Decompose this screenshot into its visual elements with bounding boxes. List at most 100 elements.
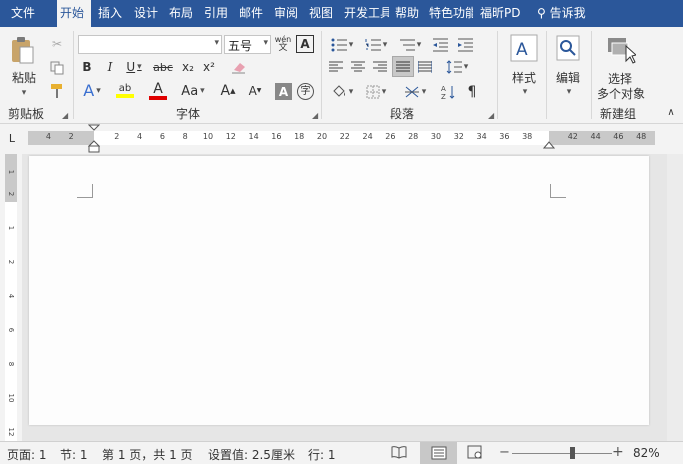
zoom-in-button[interactable]: + [612, 444, 624, 460]
char-shading-button[interactable]: A [275, 83, 292, 100]
collapse-ribbon-icon[interactable]: ∧ [665, 107, 677, 119]
enclose-char-button[interactable]: 字 [297, 83, 314, 100]
phonetic-guide-button[interactable]: wén 文 [274, 35, 292, 54]
sort-icon[interactable]: AZ [438, 82, 458, 102]
horizontal-ruler[interactable]: L 4 2 2 4 6 8 10 12 14 16 18 20 22 24 26 28 30 32 34 36 38 42… [0, 124, 683, 154]
bold-button[interactable]: B [78, 58, 96, 76]
char-shading-glyph: A [278, 84, 289, 99]
status-position[interactable]: 设置值: 2.5厘米 [208, 446, 295, 463]
distributed-icon[interactable] [416, 58, 434, 76]
tab-foxit-pdf[interactable]: 福昕PD [477, 0, 526, 27]
separator [497, 31, 498, 119]
tab-developer[interactable]: 开发工具 [341, 0, 389, 27]
status-section[interactable]: 节: 1 [60, 446, 88, 463]
change-case-button[interactable]: Aa ▾ [177, 81, 209, 101]
highlight-color-button[interactable]: ab [110, 81, 140, 101]
font-size-value: 五号 [228, 39, 253, 53]
decrease-indent-icon[interactable] [430, 36, 450, 54]
strikethrough-button[interactable]: abc [151, 58, 175, 76]
paragraph-launcher-icon[interactable]: ◢ [488, 111, 494, 120]
font-launcher-icon[interactable]: ◢ [312, 111, 318, 120]
format-painter-icon[interactable] [48, 82, 66, 100]
ruler-label: 20 [316, 132, 328, 141]
paste-dropdown[interactable]: ▾ [17, 84, 29, 98]
print-layout-icon[interactable] [420, 442, 457, 464]
read-mode-icon[interactable] [391, 445, 409, 461]
ruler-label: 26 [385, 132, 396, 141]
tab-home[interactable]: 开始 [57, 0, 91, 27]
editing-button[interactable] [554, 33, 582, 63]
status-line[interactable]: 行: 1 [308, 446, 336, 463]
ruler-label: 4 [137, 132, 143, 141]
top-left-margin-mark [77, 184, 93, 198]
asian-layout-button[interactable]: ▾ [400, 82, 430, 102]
tell-me-search[interactable]: ⚲ 告诉我 [534, 0, 604, 27]
subscript-button[interactable]: x₂ [179, 58, 197, 76]
grow-font-button[interactable]: A ▲ [218, 81, 238, 101]
align-center-icon[interactable] [349, 58, 367, 76]
vruler-label: 1 [7, 225, 15, 231]
font-color-button[interactable]: A [144, 81, 172, 101]
align-right-icon[interactable] [371, 58, 389, 76]
cut-icon[interactable]: ✂ [48, 35, 66, 53]
bullets-button[interactable]: ▾ [327, 36, 357, 54]
status-page-of[interactable]: 第 1 页，共 1 页 [102, 446, 193, 463]
tab-view[interactable]: 视图 [306, 0, 338, 27]
shading-button[interactable]: ▾ [327, 82, 357, 102]
increase-indent-icon[interactable] [455, 36, 475, 54]
tab-file[interactable]: 文件 [8, 0, 48, 27]
bullets-icon [331, 38, 347, 52]
italic-glyph: I [107, 60, 113, 74]
find-icon [556, 35, 580, 61]
styles-dropdown[interactable]: ▾ [518, 83, 530, 97]
zoom-slider-thumb[interactable] [570, 447, 575, 459]
italic-button[interactable]: I [101, 58, 119, 76]
font-size-combo[interactable]: 五号 ▾ [224, 35, 271, 54]
paste-button[interactable] [9, 35, 35, 65]
char-border-button[interactable]: A [296, 35, 314, 53]
font-color-glyph: A [153, 81, 163, 97]
underline-button[interactable]: U ▾ [121, 58, 147, 76]
zoom-out-button[interactable]: − [499, 445, 510, 460]
styles-button[interactable]: A [506, 33, 542, 63]
document-page[interactable] [29, 156, 649, 425]
line-spacing-button[interactable]: ▾ [441, 58, 473, 76]
numbering-button[interactable]: ▾ [361, 36, 391, 54]
clear-formatting-icon[interactable] [230, 58, 248, 76]
tab-mailings[interactable]: 邮件 [236, 0, 268, 27]
tab-help[interactable]: 帮助 [392, 0, 424, 27]
justify-icon[interactable] [392, 56, 414, 77]
ruler-label: 30 [430, 132, 442, 141]
tab-design[interactable]: 设计 [131, 0, 163, 27]
editing-dropdown[interactable]: ▾ [562, 83, 574, 97]
indent-markers[interactable] [87, 124, 101, 154]
tab-references[interactable]: 引用 [201, 0, 233, 27]
ruler-label: 48 [636, 132, 647, 141]
shrink-font-button[interactable]: A ▼ [245, 81, 265, 101]
right-indent-marker[interactable] [542, 138, 556, 149]
status-page[interactable]: 页面: 1 [7, 446, 47, 463]
show-marks-icon[interactable]: ¶ [463, 82, 481, 102]
borders-button[interactable]: ▾ [361, 82, 391, 102]
tab-insert[interactable]: 插入 [95, 0, 127, 27]
font-color-swatch [149, 96, 167, 100]
tab-review[interactable]: 审阅 [271, 0, 303, 27]
font-name-combo[interactable]: ▾ [78, 35, 222, 54]
copy-icon[interactable] [48, 59, 66, 77]
ruler-label: 16 [271, 132, 282, 141]
tab-selector[interactable]: L [4, 132, 20, 146]
superscript-button[interactable]: x² [200, 58, 218, 76]
multilevel-list-button[interactable]: ▾ [395, 36, 425, 54]
zoom-slider-track[interactable] [512, 453, 612, 454]
tab-features[interactable]: 特色功能 [426, 0, 473, 27]
text-effects-button[interactable]: A ▾ [78, 81, 106, 101]
zoom-level[interactable]: 82% [633, 446, 660, 460]
vertical-scrollbar[interactable] [667, 154, 683, 441]
align-left-icon[interactable] [327, 58, 345, 76]
web-layout-icon[interactable] [467, 445, 485, 461]
tab-layout[interactable]: 布局 [166, 0, 198, 27]
vertical-ruler[interactable]: 1 2 1 2 4 6 8 10 12 [0, 154, 22, 441]
select-multiple-objects-button[interactable] [604, 33, 638, 65]
clipboard-launcher-icon[interactable]: ◢ [62, 111, 68, 120]
superscript-glyph: x² [203, 60, 215, 74]
